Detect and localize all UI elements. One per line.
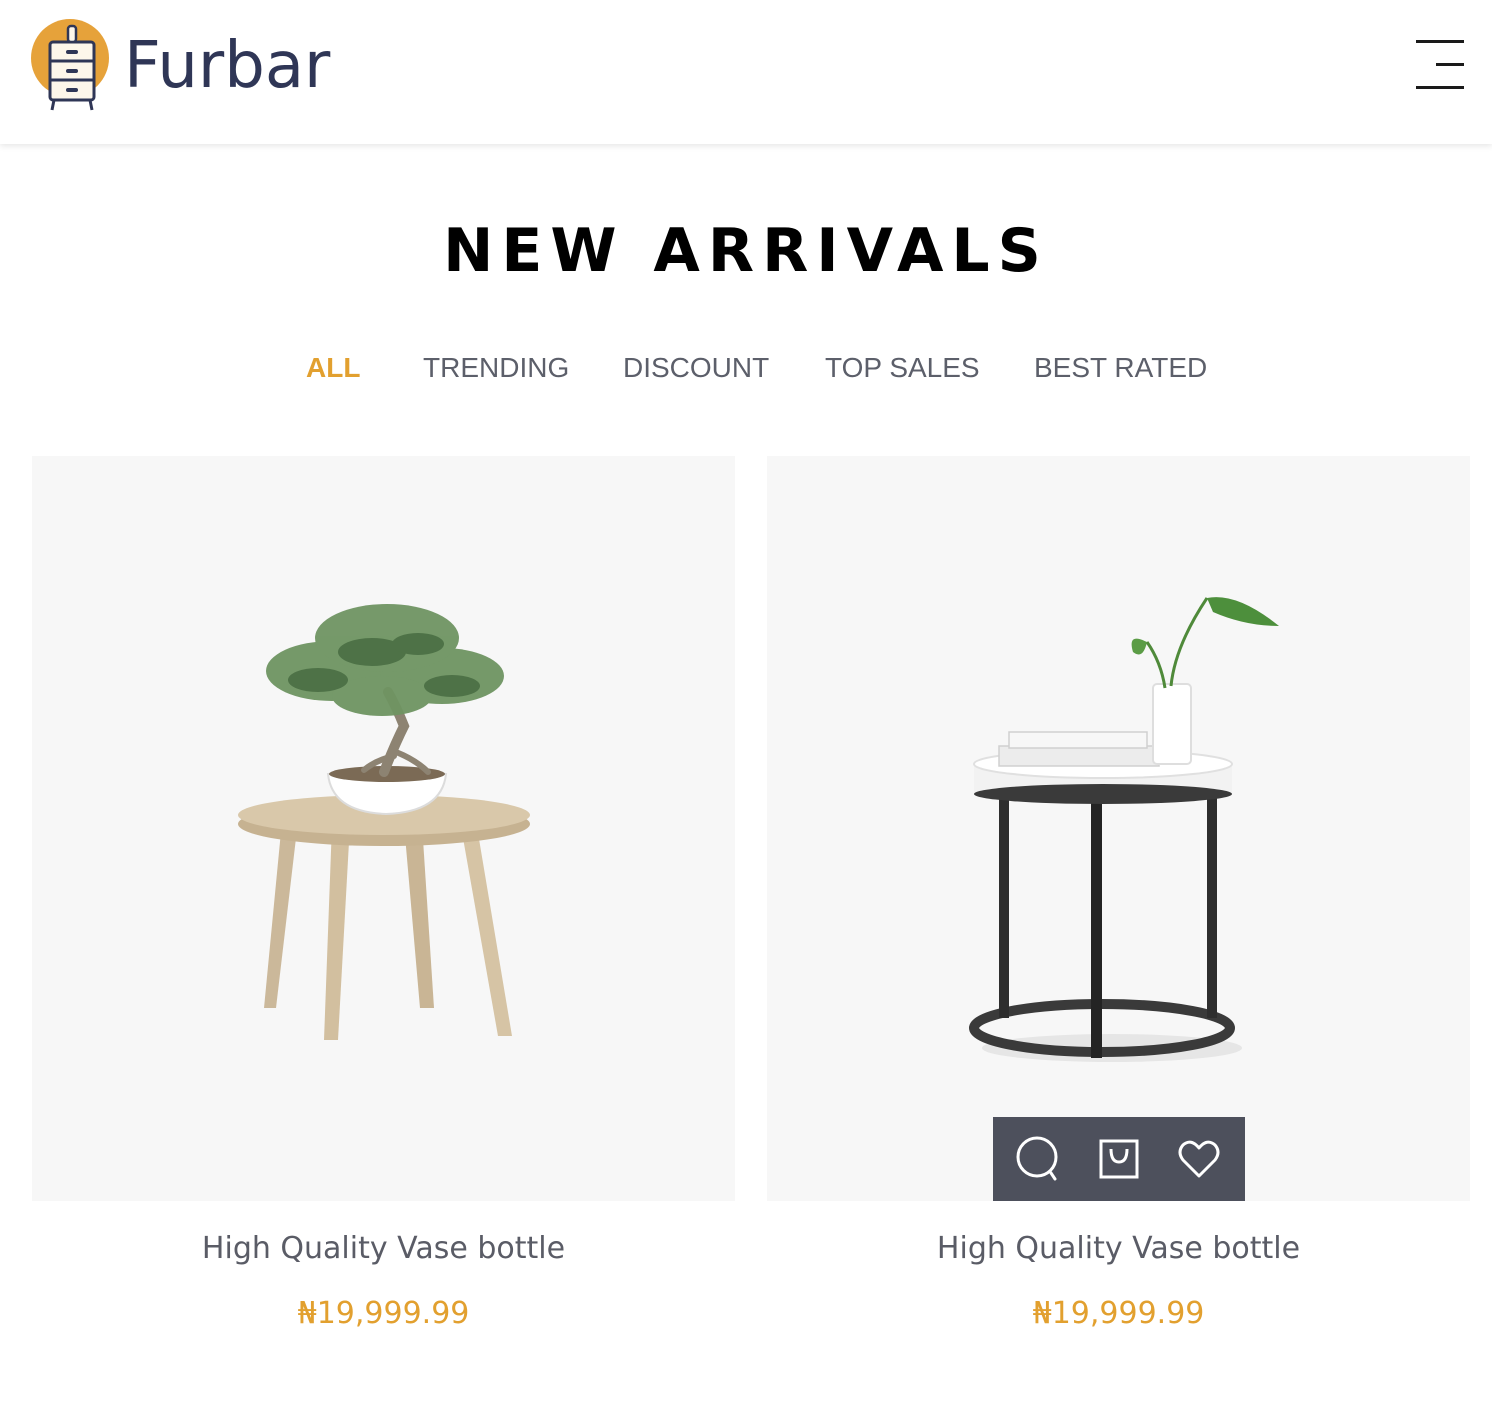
product-price: ₦19,999.99	[297, 1296, 470, 1331]
product-card[interactable]: High Quality Vase bottle ₦19,999.99	[32, 456, 735, 1331]
logo[interactable]: Furbar	[30, 18, 330, 114]
filter-tabs: ALL TRENDING DISCOUNT TOP SALES BEST RAT…	[0, 352, 1492, 392]
search-icon	[1016, 1136, 1058, 1181]
section-title: NEW ARRIVALS	[443, 216, 1049, 286]
menu-icon-line	[1416, 40, 1464, 43]
tab-best-rated[interactable]: BEST RATED	[1034, 352, 1207, 384]
heart-icon	[1178, 1140, 1220, 1178]
product-title[interactable]: High Quality Vase bottle	[32, 1231, 735, 1266]
add-to-cart-button[interactable]	[1091, 1131, 1147, 1187]
product-actions-bar	[993, 1117, 1245, 1201]
product-card[interactable]: High Quality Vase bottle ₦19,999.99	[767, 456, 1470, 1331]
tab-all[interactable]: ALL	[306, 352, 360, 384]
tab-discount[interactable]: DISCOUNT	[623, 352, 769, 384]
add-to-wishlist-button[interactable]	[1171, 1131, 1227, 1187]
product-price: ₦19,999.99	[1032, 1296, 1205, 1331]
menu-icon-line	[1416, 86, 1464, 89]
wooden-table-bonsai-image	[238, 604, 530, 1040]
site-header: Furbar	[0, 0, 1492, 144]
product-title[interactable]: High Quality Vase bottle	[767, 1231, 1470, 1266]
product-image[interactable]	[32, 456, 735, 1201]
menu-icon-line	[1436, 63, 1464, 66]
quick-view-button[interactable]	[1011, 1131, 1067, 1187]
metal-table-vase-image	[969, 597, 1279, 1062]
tab-trending[interactable]: TRENDING	[423, 352, 569, 384]
product-image[interactable]	[767, 456, 1470, 1201]
brand-name: Furbar	[124, 29, 331, 103]
tab-top-sales[interactable]: TOP SALES	[825, 352, 980, 384]
hamburger-menu-button[interactable]	[1410, 40, 1464, 92]
logo-icon	[31, 19, 109, 111]
shopping-bag-icon	[1099, 1139, 1139, 1179]
